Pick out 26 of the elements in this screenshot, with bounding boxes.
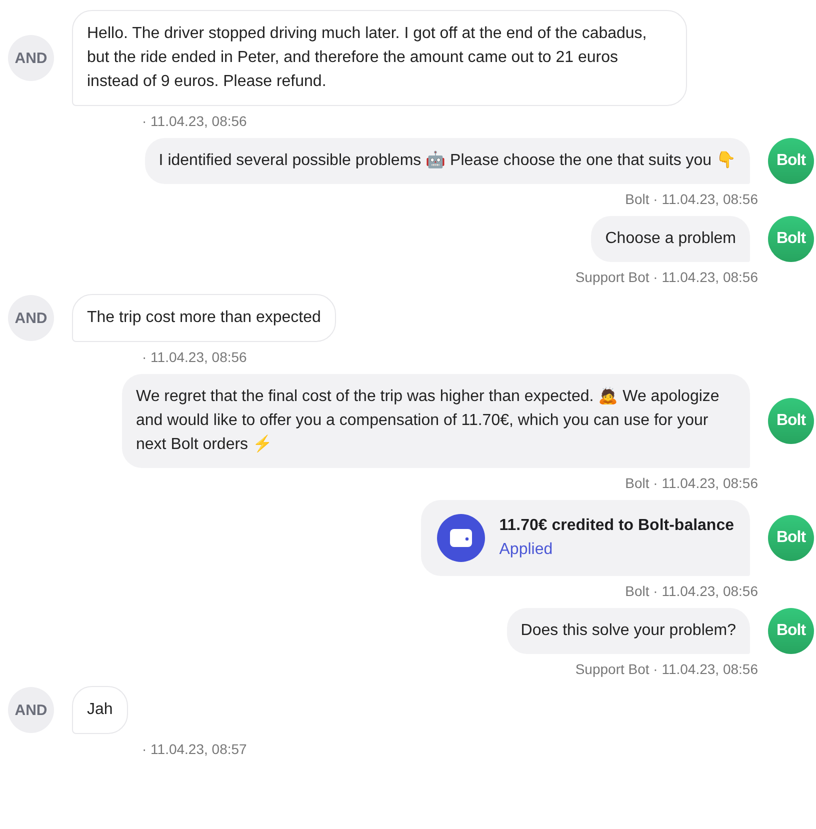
message-bubble: Choose a problem — [591, 216, 750, 262]
message-meta: · 11.04.23, 08:57 — [141, 740, 248, 758]
bot-avatar: Bolt — [768, 216, 814, 262]
message-bubble: The trip cost more than expected — [72, 294, 336, 342]
message-meta: Bolt · 11.04.23, 08:56 — [625, 190, 759, 208]
user-avatar: AND — [8, 35, 54, 81]
message-bubble: Does this solve your problem? — [506, 608, 750, 654]
message-meta: Bolt · 11.04.23, 08:56 — [625, 582, 759, 600]
message-meta: · 11.04.23, 08:56 — [141, 112, 248, 130]
message-meta: · 11.04.23, 08:56 — [141, 348, 248, 366]
bot-avatar: Bolt — [768, 398, 814, 444]
message-bubble: We regret that the final cost of the trip was higher than expected. 🙇 We apologize and would like to offer you a compensation of 11.70€, which you can use for your next Bolt orders ⚡ — [122, 374, 750, 468]
message-bubble: I identified several possible problems 🤖 Please choose the one that suits you 👇 — [144, 138, 750, 184]
message-meta: Bolt · 11.04.23, 08:56 — [625, 474, 759, 492]
wallet-icon — [437, 514, 486, 562]
message-bubble: Jah — [72, 686, 128, 734]
user-avatar: AND — [8, 295, 54, 341]
credit-status: Applied — [499, 540, 554, 560]
bot-avatar: Bolt — [768, 608, 814, 654]
bot-avatar: Bolt — [768, 515, 814, 561]
message-bubble: Hello. The driver stopped driving much later. I got off at the end of the cabadus, but the ride ended in Peter, and therefore the amount came out to 21 euros instead of 9 euros. Please refund. — [72, 10, 687, 106]
message-meta: Support Bot · 11.04.23, 08:56 — [575, 268, 759, 286]
message-meta: Support Bot · 11.04.23, 08:56 — [575, 660, 759, 678]
credit-title: 11.70€ credited to Bolt-balance — [499, 516, 734, 536]
bot-avatar: Bolt — [768, 138, 814, 184]
user-avatar: AND — [8, 687, 54, 733]
